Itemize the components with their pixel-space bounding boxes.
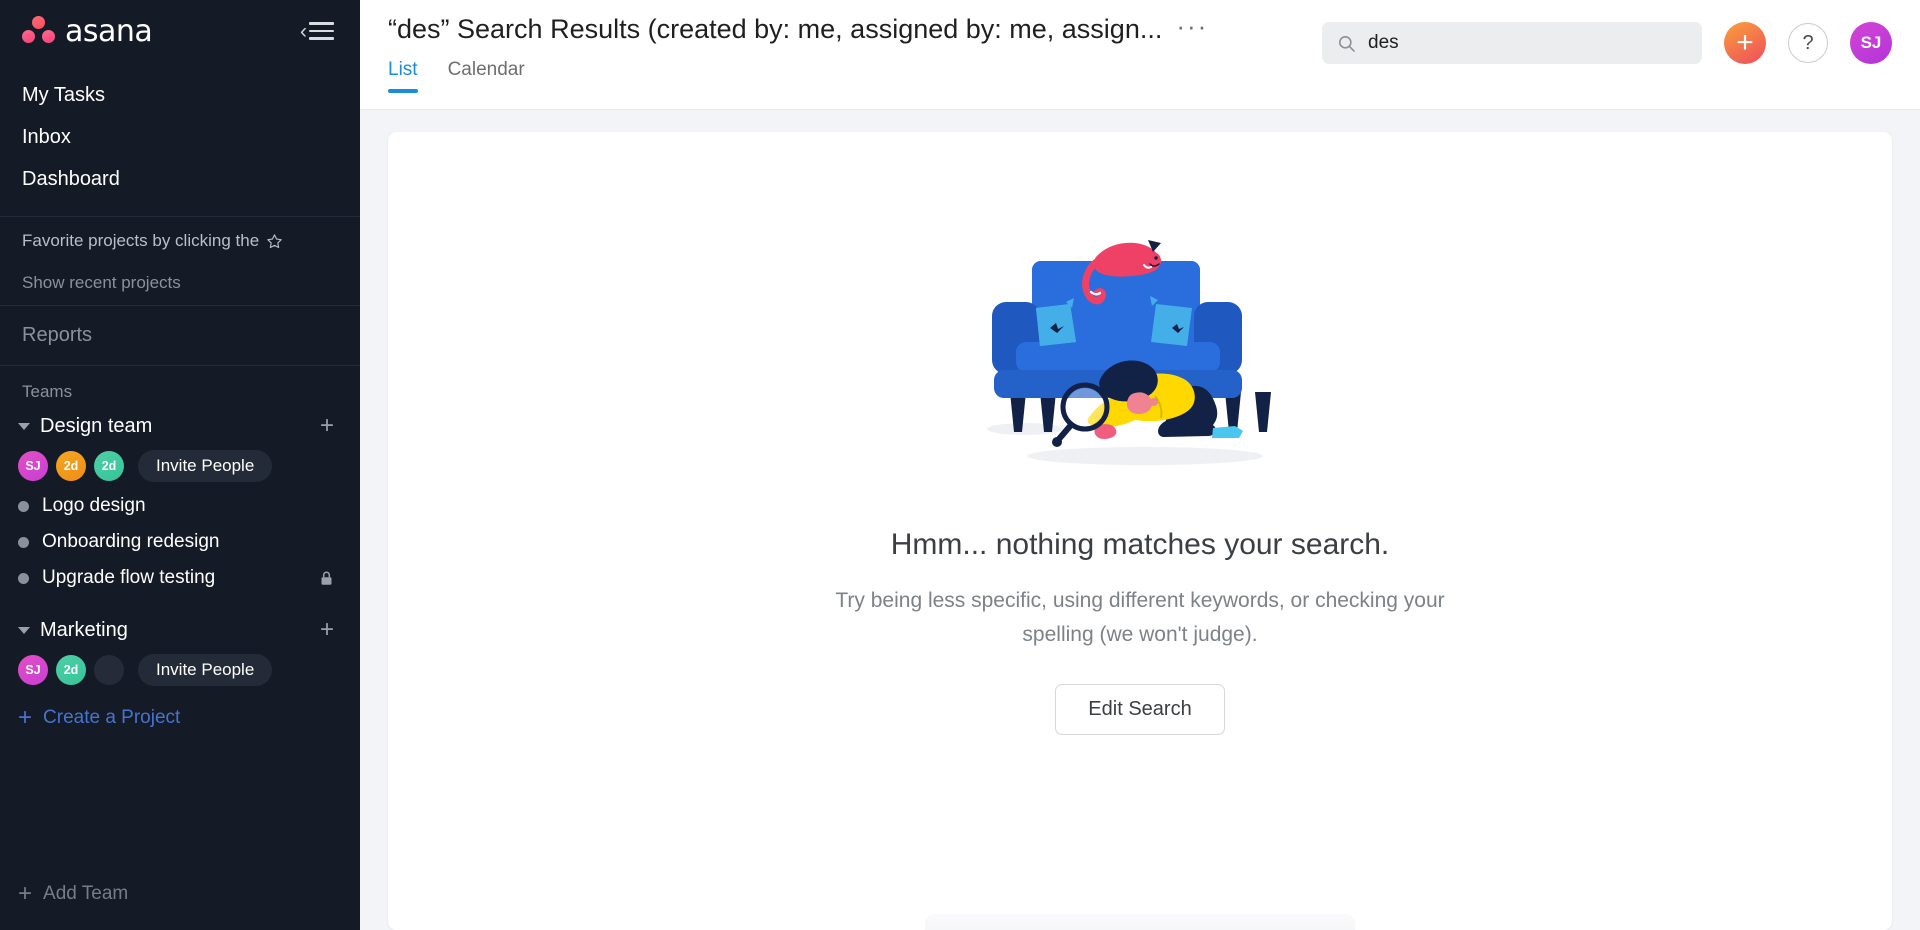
asana-logo[interactable]: asana bbox=[22, 13, 153, 49]
project-dot-icon bbox=[18, 536, 29, 548]
avatar[interactable]: 2d bbox=[56, 451, 86, 481]
teams-section-label: Teams bbox=[22, 382, 73, 401]
plus-icon: + bbox=[18, 704, 33, 731]
primary-nav: My Tasks Inbox Dashboard bbox=[0, 62, 360, 216]
search-input[interactable]: des bbox=[1322, 22, 1702, 64]
empty-state-title: Hmm... nothing matches your search. bbox=[890, 528, 1390, 561]
avatar-placeholder[interactable] bbox=[94, 655, 124, 685]
sidebar-item-my-tasks[interactable]: My Tasks bbox=[0, 74, 360, 116]
favorites-section: Favorite projects by clicking the Show r… bbox=[0, 217, 360, 305]
lock-icon bbox=[321, 571, 332, 585]
project-item-onboarding-redesign[interactable]: Onboarding redesign bbox=[0, 524, 360, 560]
add-to-marketing-team-icon[interactable]: + bbox=[320, 618, 334, 642]
team-header-marketing[interactable]: Marketing + bbox=[0, 612, 360, 648]
add-to-design-team-icon[interactable]: + bbox=[320, 414, 334, 438]
asana-logo-dots-icon bbox=[22, 16, 56, 46]
main-content: “des” Search Results (created by: me, as… bbox=[360, 0, 1920, 930]
tab-calendar[interactable]: Calendar bbox=[448, 59, 525, 93]
asana-wordmark: asana bbox=[65, 13, 153, 49]
bottom-panel-peek bbox=[925, 914, 1355, 930]
avatar[interactable]: SJ bbox=[18, 655, 48, 685]
avatar[interactable]: SJ bbox=[18, 451, 48, 481]
view-tabs: List Calendar bbox=[388, 59, 1208, 93]
hamburger-icon bbox=[309, 22, 334, 40]
team-name-design-team: Design team bbox=[40, 414, 153, 437]
help-button[interactable]: ? bbox=[1788, 23, 1828, 63]
show-recent-projects-link[interactable]: Show recent projects bbox=[22, 273, 338, 293]
create-a-project-button[interactable]: + Create a Project bbox=[0, 692, 360, 744]
avatar[interactable]: 2d bbox=[56, 655, 86, 685]
project-item-logo-design[interactable]: Logo design bbox=[0, 488, 360, 524]
edit-search-button[interactable]: Edit Search bbox=[1055, 684, 1225, 735]
collapse-sidebar-button[interactable]: ‹ bbox=[300, 21, 334, 42]
more-options-icon[interactable]: ··· bbox=[1176, 13, 1208, 39]
sidebar-header: asana ‹ bbox=[0, 0, 360, 62]
content-area: Hmm... nothing matches your search. Try … bbox=[360, 110, 1920, 930]
team-name-marketing: Marketing bbox=[40, 618, 128, 641]
star-outline-icon bbox=[267, 233, 282, 248]
empty-state: Hmm... nothing matches your search. Try … bbox=[388, 224, 1892, 735]
avatar[interactable]: 2d bbox=[94, 451, 124, 481]
project-dot-icon bbox=[18, 572, 29, 584]
add-team-label: Add Team bbox=[43, 883, 129, 904]
top-bar-actions: des + ? SJ bbox=[1322, 0, 1920, 64]
invite-people-button-marketing[interactable]: Invite People bbox=[138, 654, 273, 686]
add-team-button[interactable]: + Add Team bbox=[0, 870, 150, 918]
favorites-hint: Favorite projects by clicking the bbox=[22, 231, 338, 273]
person-searching-under-couch-illustration bbox=[987, 240, 1271, 465]
chevron-left-icon: ‹ bbox=[300, 19, 307, 43]
sidebar: asana ‹ My Tasks Inbox Dashboard Favorit… bbox=[0, 0, 360, 930]
asana-app-window: asana ‹ My Tasks Inbox Dashboard Favorit… bbox=[0, 0, 1920, 930]
tab-list[interactable]: List bbox=[388, 59, 418, 93]
sidebar-item-dashboard[interactable]: Dashboard bbox=[0, 158, 360, 200]
project-name: Onboarding redesign bbox=[42, 531, 220, 552]
team-members-design-team: SJ 2d 2d Invite People bbox=[0, 444, 360, 488]
search-results-card: Hmm... nothing matches your search. Try … bbox=[388, 132, 1892, 930]
create-a-project-label: Create a Project bbox=[43, 707, 181, 728]
team-members-marketing: SJ 2d Invite People bbox=[0, 648, 360, 692]
empty-state-subtitle: Try being less specific, using different… bbox=[835, 589, 1445, 646]
team-header-design-team[interactable]: Design team + bbox=[0, 408, 360, 444]
invite-people-button-design-team[interactable]: Invite People bbox=[138, 450, 273, 482]
sidebar-item-reports[interactable]: Reports bbox=[0, 306, 360, 365]
project-dot-icon bbox=[18, 500, 29, 512]
plus-icon: + bbox=[18, 880, 33, 907]
search-icon bbox=[1338, 35, 1355, 52]
sidebar-item-inbox[interactable]: Inbox bbox=[0, 116, 360, 158]
search-input-value: des bbox=[1368, 32, 1399, 53]
chevron-down-icon[interactable] bbox=[18, 626, 30, 634]
user-avatar[interactable]: SJ bbox=[1850, 22, 1892, 64]
project-name: Upgrade flow testing bbox=[42, 567, 216, 588]
title-row: “des” Search Results (created by: me, as… bbox=[388, 13, 1208, 45]
chevron-down-icon[interactable] bbox=[18, 422, 30, 430]
title-zone: “des” Search Results (created by: me, as… bbox=[360, 0, 1208, 93]
top-bar: “des” Search Results (created by: me, as… bbox=[360, 0, 1920, 110]
favorites-hint-text: Favorite projects by clicking the bbox=[22, 231, 260, 250]
add-button[interactable]: + bbox=[1724, 22, 1766, 64]
page-title: “des” Search Results (created by: me, as… bbox=[388, 14, 1163, 44]
project-item-upgrade-flow-testing[interactable]: Upgrade flow testing bbox=[0, 560, 360, 596]
project-name: Logo design bbox=[42, 495, 146, 516]
